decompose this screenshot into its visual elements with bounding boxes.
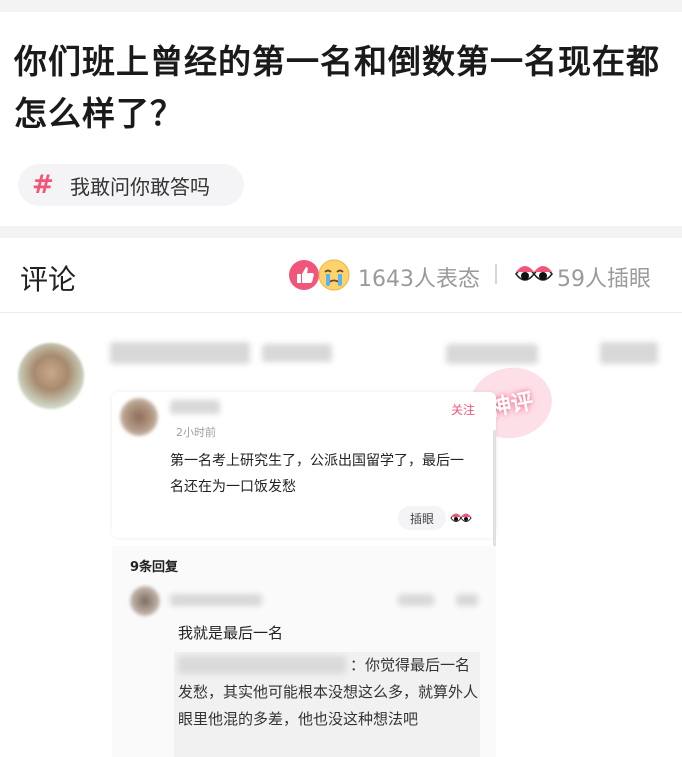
topic-tag-label: 我敢问你敢答吗 (70, 174, 210, 199)
peek-count: 59人插眼 (557, 267, 651, 292)
post-title: 你们班上曾经的第一名和倒数第一名现在都怎么样了？ (14, 42, 660, 133)
scrollbar[interactable] (493, 430, 496, 560)
reply-author-avatar[interactable] (130, 586, 160, 616)
top-gray-strip (0, 0, 682, 12)
blurred-username-extra (262, 344, 332, 362)
comments-header: 评论 1643人表态 59人插眼 (0, 238, 682, 312)
stat-divider (495, 264, 497, 284)
topic-tag[interactable]: # 我敢问你敢答吗 (18, 164, 244, 206)
blurred-username (110, 342, 250, 364)
comment-author-avatar[interactable] (120, 398, 158, 436)
blurred-reply-author (170, 594, 262, 606)
reply-text: 我就是最后一名 (178, 624, 284, 642)
comment-timestamp: 2小时前 (176, 426, 216, 439)
quoted-reply-content: ：你觉得最后一名发愁，其实他可能根本没想这么多，就算外人眼里他混的多差，他也没这… (178, 656, 479, 728)
blurred-comment-author (170, 400, 220, 414)
section-separator (0, 226, 682, 238)
reply-count[interactable]: 9条回复 (130, 556, 178, 575)
thumbs-up-icon (289, 260, 319, 290)
reaction-icons[interactable] (288, 258, 354, 292)
commenter-avatar[interactable] (18, 343, 84, 409)
crying-face-icon (318, 259, 350, 291)
reaction-count: 1643人表态 (358, 267, 480, 292)
blurred-meta (446, 344, 538, 364)
follow-button[interactable]: 关注 (451, 401, 475, 418)
blurred-reply-meta (398, 594, 434, 606)
peek-button[interactable]: 插眼 (398, 506, 446, 530)
quoted-reply-text: ：你觉得最后一名发愁，其实他可能根本没想这么多，就算外人眼里他混的多差，他也没这… (178, 652, 478, 733)
header-divider (0, 312, 682, 313)
comments-label: 评论 (20, 263, 77, 296)
blurred-reply-meta-2 (456, 594, 478, 606)
hashtag-icon: # (32, 170, 54, 200)
peek-eyes-small-icon (450, 513, 472, 522)
comment-text: 第一名考上研究生了，公派出国留学了，最后一名还在为一口饭发愁 (170, 453, 464, 495)
peek-eyes-icon[interactable] (514, 260, 554, 290)
blurred-action (600, 342, 658, 364)
